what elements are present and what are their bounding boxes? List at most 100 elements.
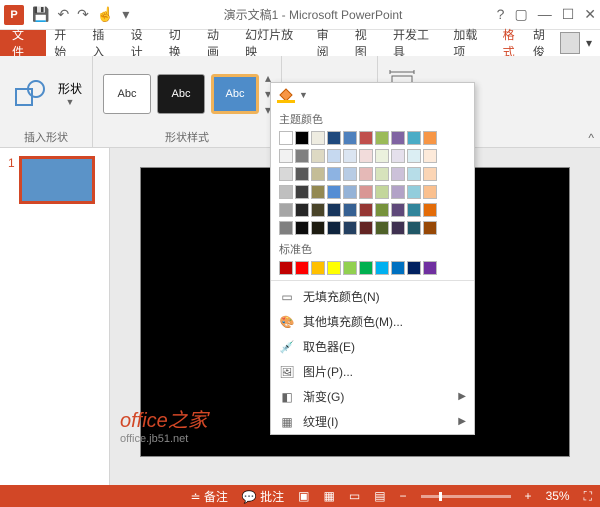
color-swatch[interactable] [279, 167, 293, 181]
color-swatch[interactable] [327, 203, 341, 217]
color-swatch[interactable] [375, 261, 389, 275]
color-swatch[interactable] [295, 167, 309, 181]
ribbon-display-icon[interactable]: ▢ [514, 6, 527, 23]
gradient-fill-item[interactable]: ◧渐变(G)▶ [271, 384, 474, 409]
color-swatch[interactable] [311, 185, 325, 199]
color-swatch[interactable] [295, 261, 309, 275]
no-fill-item[interactable]: ▭无填充颜色(N) [271, 284, 474, 309]
color-swatch[interactable] [343, 131, 357, 145]
color-swatch[interactable] [311, 131, 325, 145]
color-swatch[interactable] [391, 167, 405, 181]
color-swatch[interactable] [279, 149, 293, 163]
color-swatch[interactable] [343, 149, 357, 163]
color-swatch[interactable] [375, 149, 389, 163]
tab-view[interactable]: 视图 [347, 30, 385, 56]
style-preset-3[interactable]: Abc [211, 74, 259, 114]
more-colors-item[interactable]: 🎨其他填充颜色(M)... [271, 309, 474, 334]
color-swatch[interactable] [375, 185, 389, 199]
style-preset-2[interactable]: Abc [157, 74, 205, 114]
color-swatch[interactable] [391, 185, 405, 199]
color-swatch[interactable] [423, 185, 437, 199]
color-swatch[interactable] [391, 131, 405, 145]
color-swatch[interactable] [279, 131, 293, 145]
color-swatch[interactable] [343, 221, 357, 235]
color-swatch[interactable] [375, 203, 389, 217]
color-swatch[interactable] [327, 149, 341, 163]
color-swatch[interactable] [423, 203, 437, 217]
tab-review[interactable]: 审阅 [309, 30, 347, 56]
color-swatch[interactable] [359, 221, 373, 235]
eyedropper-item[interactable]: 💉取色器(E) [271, 334, 474, 359]
color-swatch[interactable] [407, 203, 421, 217]
color-swatch[interactable] [327, 167, 341, 181]
zoom-out-icon[interactable]: − [400, 489, 407, 503]
tab-insert[interactable]: 插入 [84, 30, 122, 56]
zoom-in-icon[interactable]: + [525, 489, 532, 503]
color-swatch[interactable] [407, 261, 421, 275]
color-swatch[interactable] [311, 149, 325, 163]
chevron-down-icon[interactable]: ▼ [66, 97, 75, 107]
shape-style-gallery[interactable]: Abc Abc Abc [103, 74, 259, 114]
texture-fill-item[interactable]: ▦纹理(I)▶ [271, 409, 474, 434]
user-dropdown-icon[interactable]: ▾ [586, 36, 592, 50]
color-swatch[interactable] [391, 221, 405, 235]
color-swatch[interactable] [423, 261, 437, 275]
user-area[interactable]: 胡俊 ▾ [533, 26, 600, 60]
color-swatch[interactable] [343, 203, 357, 217]
color-swatch[interactable] [359, 167, 373, 181]
color-swatch[interactable] [279, 261, 293, 275]
tab-file[interactable]: 文件 [0, 30, 46, 56]
color-swatch[interactable] [407, 185, 421, 199]
tab-format[interactable]: 格式 [495, 30, 533, 56]
color-swatch[interactable] [391, 149, 405, 163]
slideshow-view-icon[interactable]: ▤ [374, 489, 385, 503]
color-swatch[interactable] [375, 167, 389, 181]
tab-transitions[interactable]: 切换 [161, 30, 199, 56]
color-swatch[interactable] [423, 131, 437, 145]
tab-slideshow[interactable]: 幻灯片放映 [237, 30, 308, 56]
tab-home[interactable]: 开始 [46, 30, 84, 56]
color-swatch[interactable] [359, 185, 373, 199]
tab-addins[interactable]: 加载项 [445, 30, 494, 56]
color-swatch[interactable] [279, 221, 293, 235]
qat-dropdown-icon[interactable]: ▾ [122, 6, 129, 23]
reading-view-icon[interactable]: ▭ [349, 489, 360, 503]
color-swatch[interactable] [407, 221, 421, 235]
fit-to-window-icon[interactable]: ⛶ [584, 489, 592, 504]
color-swatch[interactable] [391, 203, 405, 217]
collapse-ribbon-icon[interactable]: ^ [588, 131, 594, 145]
color-swatch[interactable] [279, 203, 293, 217]
touch-icon[interactable]: ☝ [97, 6, 114, 23]
sorter-view-icon[interactable]: ▦ [324, 489, 335, 503]
tab-animations[interactable]: 动画 [199, 30, 237, 56]
color-swatch[interactable] [327, 185, 341, 199]
minimize-icon[interactable]: — [538, 6, 552, 23]
notes-button[interactable]: ≐ 备注 [190, 488, 227, 505]
redo-icon[interactable]: ↷ [77, 6, 89, 23]
color-swatch[interactable] [407, 167, 421, 181]
color-swatch[interactable] [295, 149, 309, 163]
maximize-icon[interactable]: ☐ [562, 6, 575, 23]
comments-button[interactable]: 💬 批注 [242, 488, 284, 505]
color-swatch[interactable] [359, 131, 373, 145]
color-swatch[interactable] [343, 185, 357, 199]
color-swatch[interactable] [343, 167, 357, 181]
style-preset-1[interactable]: Abc [103, 74, 151, 114]
shapes-gallery-icon[interactable] [10, 73, 52, 115]
chevron-down-icon[interactable]: ▼ [299, 90, 308, 100]
zoom-level[interactable]: 35% [546, 489, 570, 503]
shapes-label[interactable]: 形状 [58, 80, 82, 97]
close-icon[interactable]: ✕ [584, 6, 596, 23]
color-swatch[interactable] [407, 131, 421, 145]
picture-fill-item[interactable]: 🖼图片(P)... [271, 359, 474, 384]
zoom-slider[interactable] [421, 495, 511, 498]
color-swatch[interactable] [295, 203, 309, 217]
color-swatch[interactable] [375, 131, 389, 145]
color-swatch[interactable] [423, 167, 437, 181]
tab-design[interactable]: 设计 [123, 30, 161, 56]
color-swatch[interactable] [311, 167, 325, 181]
color-swatch[interactable] [311, 261, 325, 275]
slide-thumbnail-1[interactable]: 1 [8, 156, 101, 204]
color-swatch[interactable] [327, 261, 341, 275]
slide-thumbnail-pane[interactable]: 1 [0, 148, 110, 485]
